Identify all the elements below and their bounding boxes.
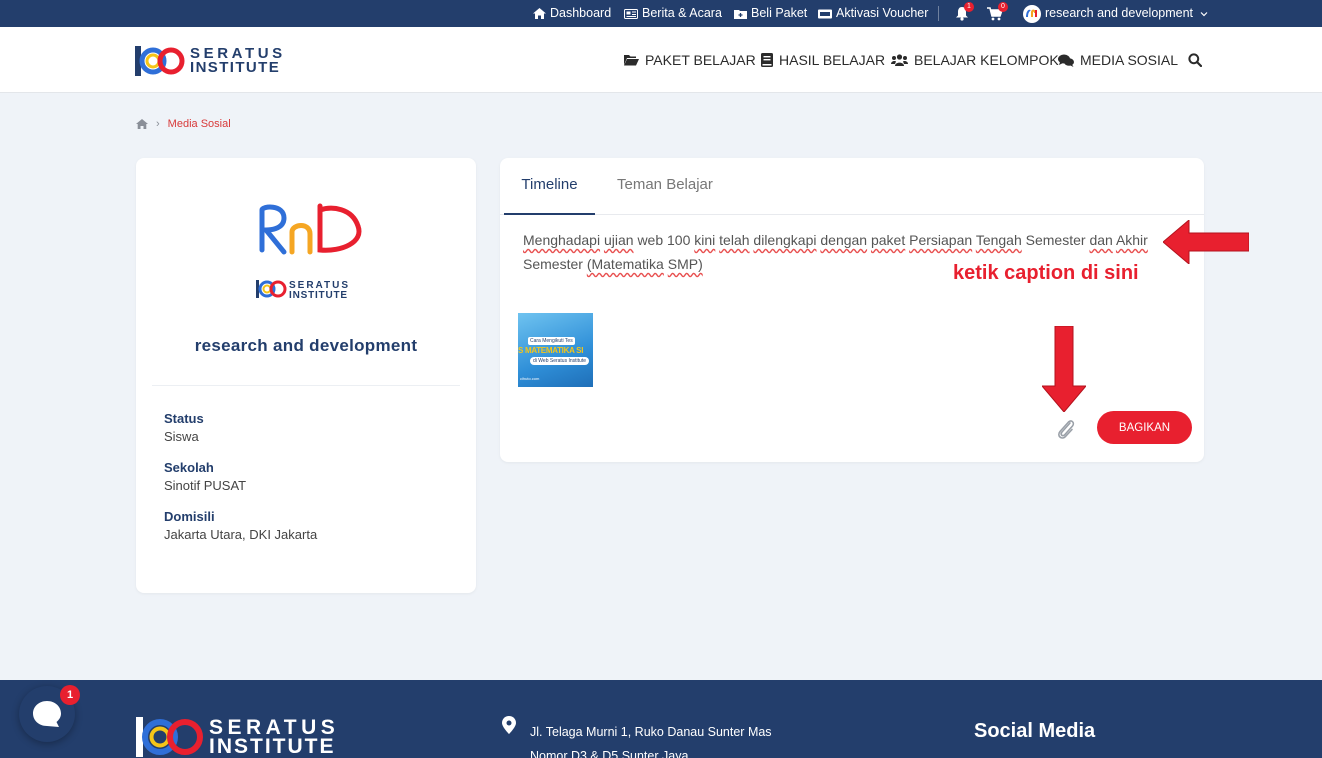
folder-open-icon (624, 55, 639, 66)
main-header: SERATUS INSTITUTE PAKET BELAJAR HASIL BE… (0, 27, 1322, 93)
profile-name: research and development (194, 336, 418, 355)
seratus-logo-mark (136, 717, 203, 757)
voucher-icon (818, 9, 832, 18)
nav-hasil-belajar[interactable]: HASIL BELAJAR (761, 27, 885, 93)
book-icon (761, 53, 773, 67)
nav-media-label: MEDIA SOSIAL (1080, 52, 1179, 68)
seratus-logo-mark (135, 46, 185, 76)
profile-card: SERATUS INSTITUTE research and developme… (136, 158, 476, 593)
profile-status: Status Siswa (164, 411, 204, 444)
chat-unread-badge: 1 (60, 685, 80, 705)
annotation-text: ketik caption di sini (953, 262, 1139, 284)
topbar-buy-link[interactable]: Beli Paket (734, 0, 807, 27)
user-avatar (1023, 4, 1041, 23)
brand-logo[interactable]: SERATUS INSTITUTE (135, 45, 286, 77)
domicile-value: Jakarta Utara, DKI Jakarta (164, 527, 318, 542)
search-icon (1188, 53, 1202, 67)
newspaper-icon (624, 8, 638, 19)
chevron-down-icon (1200, 11, 1208, 16)
status-value: Siswa (164, 429, 199, 444)
footer-wordmark: SERATUS INSTITUTE (209, 716, 340, 758)
tab-timeline[interactable]: Timeline (504, 158, 595, 215)
profile-school: Sekolah Sinotif PUSAT (164, 460, 246, 493)
nav-kelompok-label: BELAJAR KELOMPOK (914, 52, 1059, 68)
topbar-buy-label: Beli Paket (751, 6, 808, 20)
school-value: Sinotif PUSAT (164, 478, 247, 493)
topbar-voucher-link[interactable]: Aktivasi Voucher (818, 0, 928, 27)
profile-avatar: SERATUS INSTITUTE (256, 203, 362, 301)
nav-paket-belajar[interactable]: PAKET BELAJAR (624, 27, 756, 93)
comments-icon (1058, 54, 1074, 67)
paperclip-icon[interactable] (1056, 417, 1076, 441)
topbar-voucher-label: Aktivasi Voucher (836, 6, 929, 20)
nav-hasil-label: HASIL BELAJAR (779, 52, 886, 68)
location-pin-icon (502, 716, 516, 734)
cart-count: 0 (998, 2, 1008, 12)
topbar-dashboard-label: Dashboard (550, 6, 612, 20)
notification-button[interactable]: 1 (955, 0, 974, 27)
user-name: research and development (1045, 6, 1194, 20)
breadcrumb-current: Media Sosial (167, 118, 231, 130)
footer-address: Jl. Telaga Murni 1, Ruko Danau Sunter Ma… (530, 725, 772, 758)
footer-social-title: Social Media (974, 720, 1096, 742)
user-menu[interactable]: research and development (1023, 0, 1208, 27)
breadcrumb: › Media Sosial (136, 118, 231, 130)
topbar-separator (938, 6, 939, 21)
users-icon (891, 54, 908, 66)
footer-logo: SERATUS INSTITUTE (136, 716, 339, 758)
home-icon (533, 8, 546, 19)
school-label: Sekolah (164, 460, 214, 475)
home-icon[interactable] (136, 119, 148, 129)
cart-button[interactable]: 0 (987, 0, 1008, 27)
topbar-news-label: Berita & Acara (642, 6, 722, 20)
annotation-arrow-left (1163, 220, 1249, 264)
profile-divider (152, 385, 460, 386)
notification-count: 1 (964, 2, 974, 12)
tab-teman-belajar[interactable]: Teman Belajar (617, 158, 713, 215)
domicile-label: Domisili (164, 509, 215, 524)
timeline-card: Timeline Teman Belajar Menghadapi ujian … (500, 158, 1204, 462)
nav-paket-label: PAKET BELAJAR (645, 52, 756, 68)
topbar-dashboard-link[interactable]: Dashboard (533, 0, 611, 27)
attached-image-thumbnail[interactable]: Cara Mengikuti Tes S MATEMATIKA SI di We… (518, 313, 593, 387)
top-bar: Dashboard Berita & Acara Beli Paket Akti… (0, 0, 1322, 27)
brand-wordmark: SERATUS INSTITUTE (190, 45, 286, 76)
search-button[interactable] (1188, 27, 1202, 93)
topbar-news-link[interactable]: Berita & Acara (624, 0, 722, 27)
nav-media-sosial[interactable]: MEDIA SOSIAL (1058, 27, 1178, 93)
timeline-tabs: Timeline Teman Belajar (500, 158, 1204, 215)
nav-belajar-kelompok[interactable]: BELAJAR KELOMPOK (891, 27, 1059, 93)
svg-text:INSTITUTE: INSTITUTE (289, 290, 348, 301)
folder-plus-icon (734, 9, 747, 19)
breadcrumb-separator: › (156, 118, 160, 130)
status-label: Status (164, 411, 204, 426)
share-button[interactable]: BAGIKAN (1097, 411, 1192, 444)
profile-domicile: Domisili Jakarta Utara, DKI Jakarta (164, 509, 317, 542)
annotation-arrow-down (1042, 326, 1086, 412)
footer: SERATUS INSTITUTE Jl. Telaga Murni 1, Ru… (0, 680, 1322, 758)
